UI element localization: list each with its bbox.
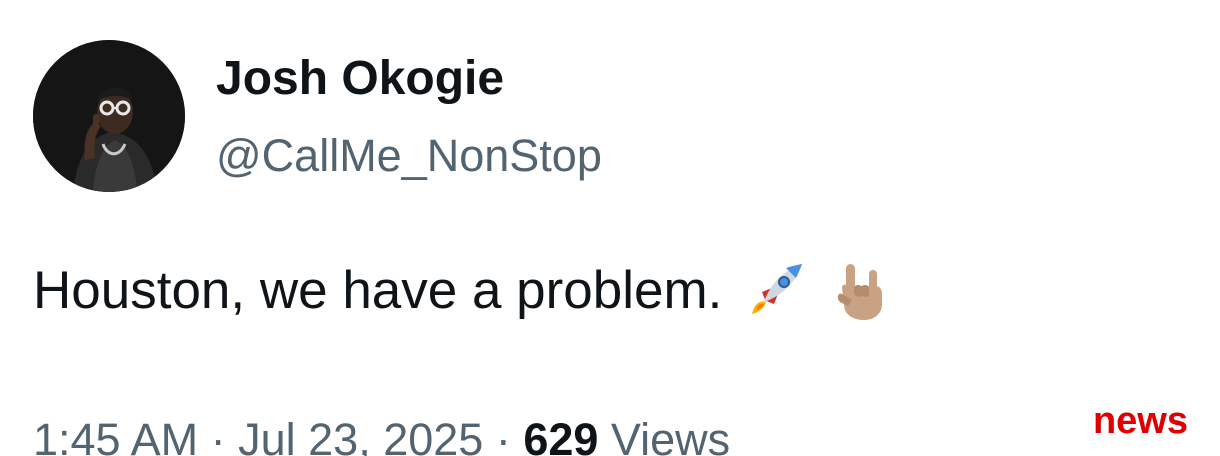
profile-photo [33,40,185,192]
post-meta: 1:45 AM · Jul 23, 2025 · 629 Views [33,412,730,456]
author-handle[interactable]: @CallMe_NonStop [216,127,602,185]
post-date[interactable]: Jul 23, 2025 [238,414,483,456]
meta-separator: · [198,414,239,456]
rocket-emoji [742,258,808,324]
sign-of-the-horns-emoji [828,258,894,324]
post-time[interactable]: 1:45 AM [33,414,198,456]
meta-separator: · [483,414,524,456]
avatar[interactable] [33,40,185,192]
author-display-name[interactable]: Josh Okogie [216,50,504,108]
post-text: Houston, we have a problem. [33,261,723,320]
post-text-line: Houston, we have a problem. [33,258,894,324]
views-count[interactable]: 629 [523,414,598,456]
news-watermark: news [1092,400,1188,442]
views-label[interactable]: Views [611,414,730,456]
